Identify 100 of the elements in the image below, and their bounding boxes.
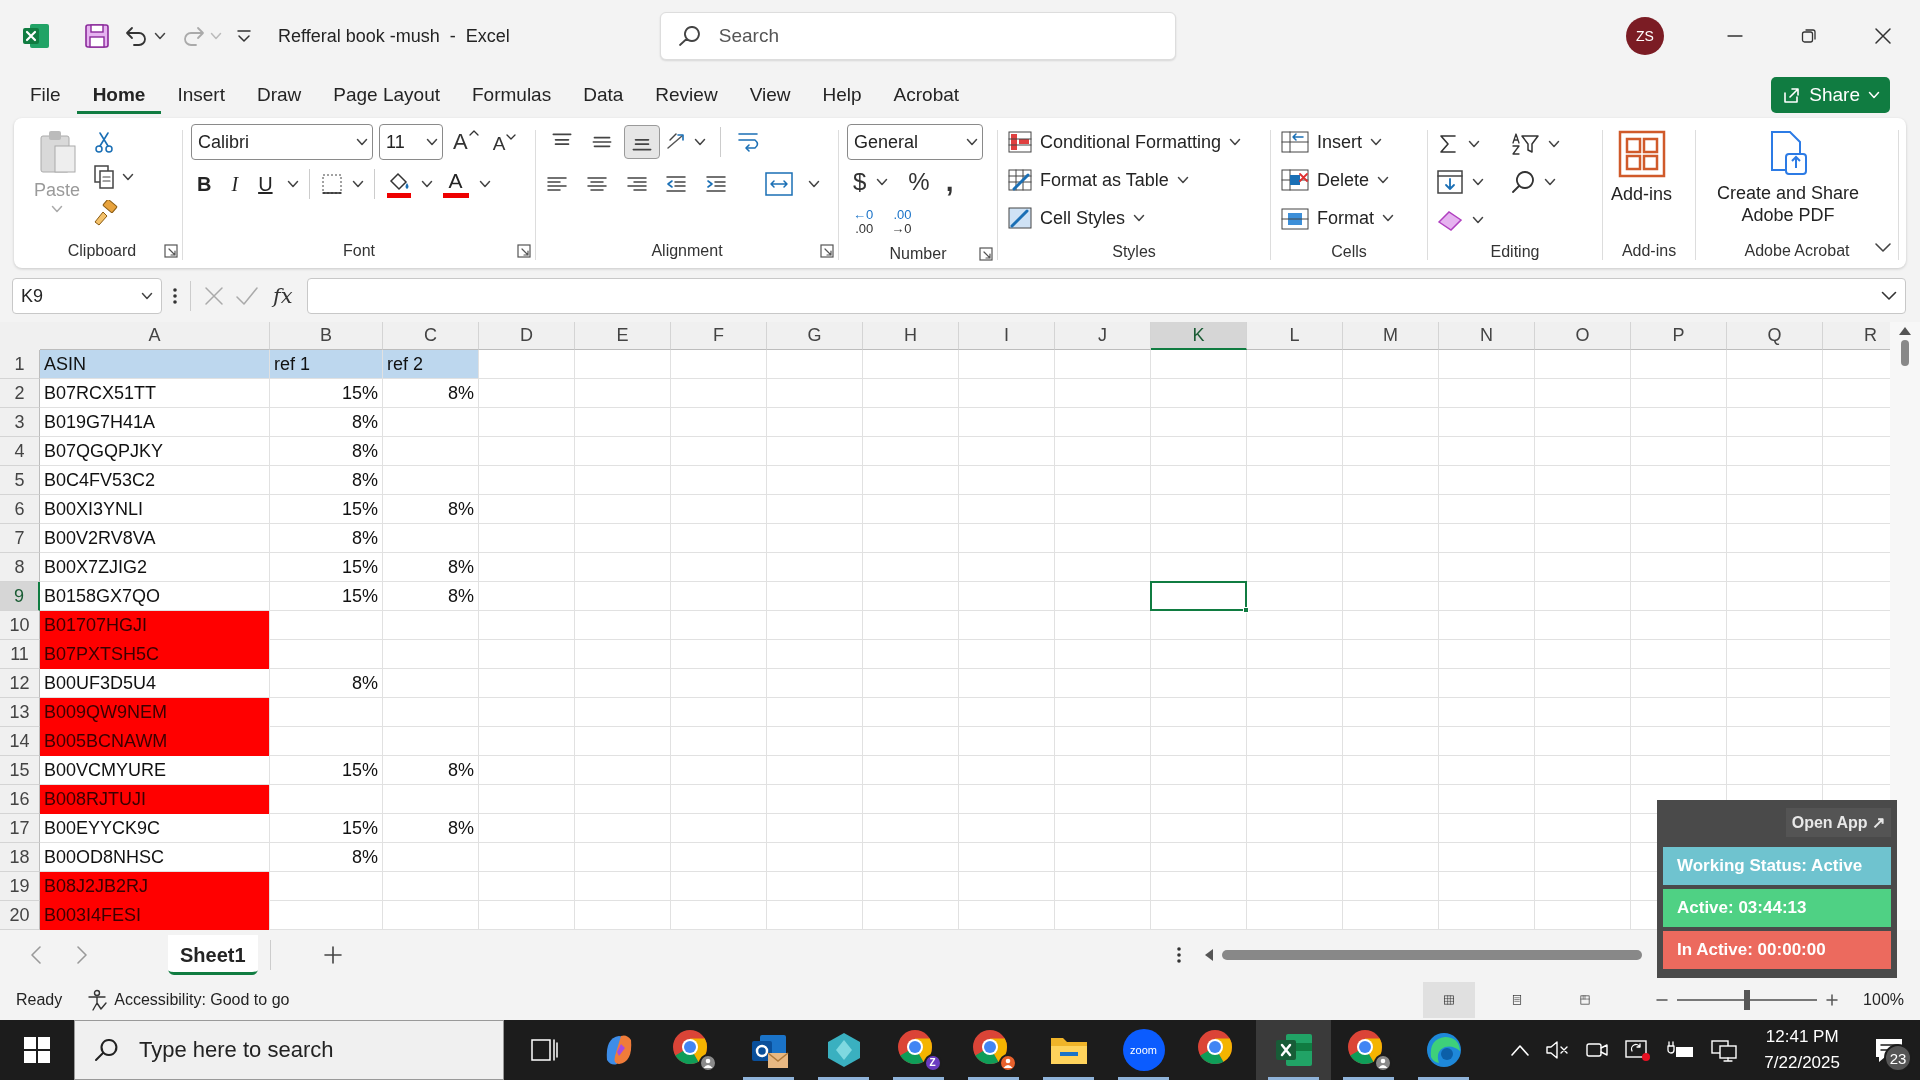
- clock-time[interactable]: 12:41 PM: [1764, 1027, 1840, 1047]
- fill-down-icon[interactable]: [1436, 169, 1464, 195]
- format-table-icon[interactable]: [1008, 169, 1032, 191]
- row-header[interactable]: 4: [0, 437, 40, 466]
- open-app-button[interactable]: Open App ↗: [1785, 808, 1891, 837]
- row-header[interactable]: 9: [0, 582, 40, 611]
- caret-icon[interactable]: [1548, 140, 1560, 148]
- column-header[interactable]: C: [383, 322, 479, 350]
- name-box[interactable]: K9: [12, 278, 162, 314]
- caret-icon[interactable]: [1133, 214, 1146, 222]
- caret-icon[interactable]: [1176, 176, 1189, 184]
- column-header[interactable]: Q: [1727, 322, 1823, 350]
- row-header[interactable]: 13: [0, 698, 40, 727]
- scroll-left-icon[interactable]: [1204, 948, 1214, 962]
- search-icon[interactable]: [92, 1036, 120, 1064]
- horizontal-scrollbar[interactable]: [1204, 948, 1644, 962]
- search-icon[interactable]: [1510, 169, 1536, 195]
- more-options-icon[interactable]: [172, 286, 178, 306]
- ribbon-tab[interactable]: File: [14, 76, 77, 114]
- caret-icon[interactable]: [1229, 138, 1242, 146]
- caret-icon[interactable]: [1544, 178, 1556, 186]
- browser-icon[interactable]: [1345, 1028, 1384, 1066]
- row-header[interactable]: 11: [0, 640, 40, 669]
- zoom-level[interactable]: 100%: [1863, 991, 1904, 1009]
- column-header[interactable]: D: [479, 322, 575, 350]
- caret-icon[interactable]: [876, 178, 889, 186]
- cell-styles-icon[interactable]: [1008, 207, 1032, 229]
- add-sheet-icon[interactable]: [322, 945, 343, 965]
- column-header[interactable]: P: [1631, 322, 1727, 350]
- caret-icon[interactable]: [351, 180, 364, 188]
- row-header[interactable]: 14: [0, 727, 40, 756]
- caret-icon[interactable]: [1472, 178, 1484, 186]
- column-header[interactable]: G: [767, 322, 863, 350]
- decrease-decimal-button[interactable]: .00 →0: [885, 206, 918, 238]
- format-painter-icon[interactable]: [92, 200, 119, 226]
- expand-icon[interactable]: [1881, 291, 1897, 301]
- caret-icon[interactable]: [1370, 138, 1383, 146]
- dialog-launcher-icon[interactable]: [979, 247, 993, 261]
- more-options-icon[interactable]: [1176, 945, 1182, 965]
- cells-menu-button[interactable]: Format: [1279, 200, 1396, 236]
- accessibility-icon[interactable]: [86, 989, 109, 1011]
- chevron-icon[interactable]: [356, 138, 368, 146]
- next-sheet-icon[interactable]: [76, 945, 88, 965]
- row-header[interactable]: 6: [0, 495, 40, 524]
- browser-icon[interactable]: [670, 1028, 709, 1066]
- column-header[interactable]: N: [1439, 322, 1535, 350]
- row-header[interactable]: 10: [0, 611, 40, 640]
- collapse-ribbon-icon[interactable]: [1874, 242, 1892, 254]
- row-header[interactable]: 12: [0, 669, 40, 698]
- increase-decimal-button[interactable]: ←0 .00: [847, 206, 880, 238]
- ribbon-tab[interactable]: Home: [76, 76, 162, 114]
- row-header[interactable]: 16: [0, 785, 40, 814]
- column-header[interactable]: H: [863, 322, 959, 350]
- delete-cells-icon[interactable]: [1281, 169, 1309, 191]
- column-header[interactable]: L: [1247, 322, 1343, 350]
- caret-icon[interactable]: [154, 32, 166, 40]
- insert-cells-icon[interactable]: [1281, 131, 1309, 153]
- styles-menu-button[interactable]: Cell Styles: [1006, 200, 1244, 236]
- customize-toolbar-icon[interactable]: [236, 29, 252, 43]
- column-header[interactable]: E: [575, 322, 671, 350]
- ribbon-tab[interactable]: Page Layout: [317, 76, 456, 114]
- row-header[interactable]: 19: [0, 872, 40, 901]
- chevron-icon[interactable]: [141, 292, 153, 300]
- previous-sheet-icon[interactable]: [30, 945, 42, 965]
- row-header[interactable]: 5: [0, 466, 40, 495]
- row-header[interactable]: 3: [0, 408, 40, 437]
- save-icon[interactable]: [84, 23, 110, 49]
- percent-button[interactable]: %: [902, 167, 936, 197]
- row-header[interactable]: 8: [0, 553, 40, 582]
- ribbon-tab[interactable]: Draw: [240, 76, 318, 114]
- ribbon-tab[interactable]: Data: [567, 76, 640, 114]
- user-avatar[interactable]: ZS: [1626, 17, 1664, 55]
- font-size-dropdown[interactable]: 11: [379, 124, 443, 160]
- borders-icon[interactable]: [319, 172, 344, 196]
- grow-font-button[interactable]: A: [449, 127, 483, 157]
- caret-icon[interactable]: [1377, 176, 1390, 184]
- comma-style-button[interactable]: ,: [939, 165, 960, 199]
- restore-icon[interactable]: [1801, 28, 1817, 44]
- zoom-in-icon[interactable]: [1825, 993, 1840, 1007]
- column-header[interactable]: J: [1055, 322, 1151, 350]
- caret-icon[interactable]: [808, 180, 820, 188]
- formula-input[interactable]: [306, 278, 1906, 314]
- ribbon-tab[interactable]: Formulas: [456, 76, 568, 114]
- ribbon-tab[interactable]: Acrobat: [877, 76, 976, 114]
- row-header[interactable]: 7: [0, 524, 40, 553]
- caret-icon[interactable]: [420, 180, 433, 188]
- caret-icon[interactable]: [1472, 216, 1484, 224]
- accessibility-status[interactable]: Accessibility: Good to go: [114, 991, 290, 1009]
- row-header[interactable]: 1: [0, 350, 40, 379]
- format-cells-icon[interactable]: [1281, 206, 1309, 230]
- row-header[interactable]: 17: [0, 814, 40, 843]
- copy-icon[interactable]: [92, 164, 117, 190]
- row-header[interactable]: 2: [0, 379, 40, 408]
- cells-menu-button[interactable]: Insert: [1279, 124, 1396, 160]
- column-header[interactable]: O: [1535, 322, 1631, 350]
- dialog-launcher-icon[interactable]: [164, 244, 178, 258]
- taskbar-button[interactable]: Z: [881, 1020, 956, 1080]
- ribbon-tab[interactable]: Insert: [161, 76, 241, 114]
- browser-icon[interactable]: [895, 1028, 934, 1066]
- sheet-tab[interactable]: Sheet1: [168, 935, 258, 975]
